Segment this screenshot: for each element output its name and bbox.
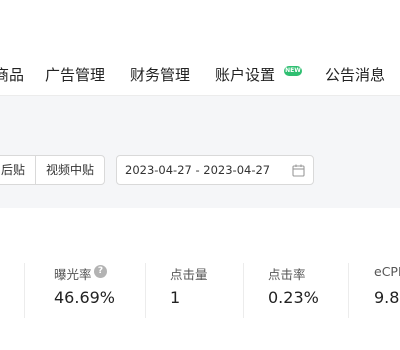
metric-label-ctr: 点击率	[268, 267, 306, 282]
nav-item-products[interactable]: 商品	[0, 64, 24, 85]
placement-toggle-group: 后贴 视频中贴	[0, 155, 106, 185]
date-range-picker[interactable]: 2023-04-27 - 2023-04-27	[116, 155, 314, 185]
nav-item-ad-management[interactable]: 广告管理	[45, 64, 105, 85]
nav-item-finance[interactable]: 财务管理	[130, 64, 190, 85]
metric-value-clicks: 1	[170, 288, 181, 307]
placement-mid-roll-button[interactable]: 视频中贴	[35, 156, 104, 184]
metric-value-ctr: 0.23%	[268, 288, 319, 307]
metric-divider	[348, 263, 349, 318]
nav-item-account-settings[interactable]: 账户设置	[215, 64, 275, 85]
metric-divider	[243, 263, 244, 318]
metric-divider	[145, 263, 146, 318]
new-badge: NEW	[284, 66, 302, 76]
calendar-icon	[292, 164, 305, 177]
metric-label-ecpm: eCPM	[374, 264, 400, 279]
placement-post-roll-button[interactable]: 后贴	[0, 156, 35, 184]
metrics-panel: 曝光率 ? 46.69% 点击量 1 点击率 0.23% eCPM 9.84	[0, 208, 400, 350]
metric-value-ecpm: 9.84	[374, 288, 400, 307]
top-navigation: 商品 广告管理 财务管理 账户设置 NEW 公告消息	[0, 0, 400, 96]
metric-label-clicks: 点击量	[170, 267, 208, 282]
nav-item-announcements[interactable]: 公告消息	[325, 64, 385, 85]
metric-label-exposure-rate: 曝光率	[54, 267, 92, 282]
date-range-value: 2023-04-27 - 2023-04-27	[125, 163, 271, 177]
metric-value-exposure-rate: 46.69%	[54, 288, 116, 307]
question-circle-icon[interactable]: ?	[94, 265, 107, 278]
metric-divider	[24, 263, 25, 318]
